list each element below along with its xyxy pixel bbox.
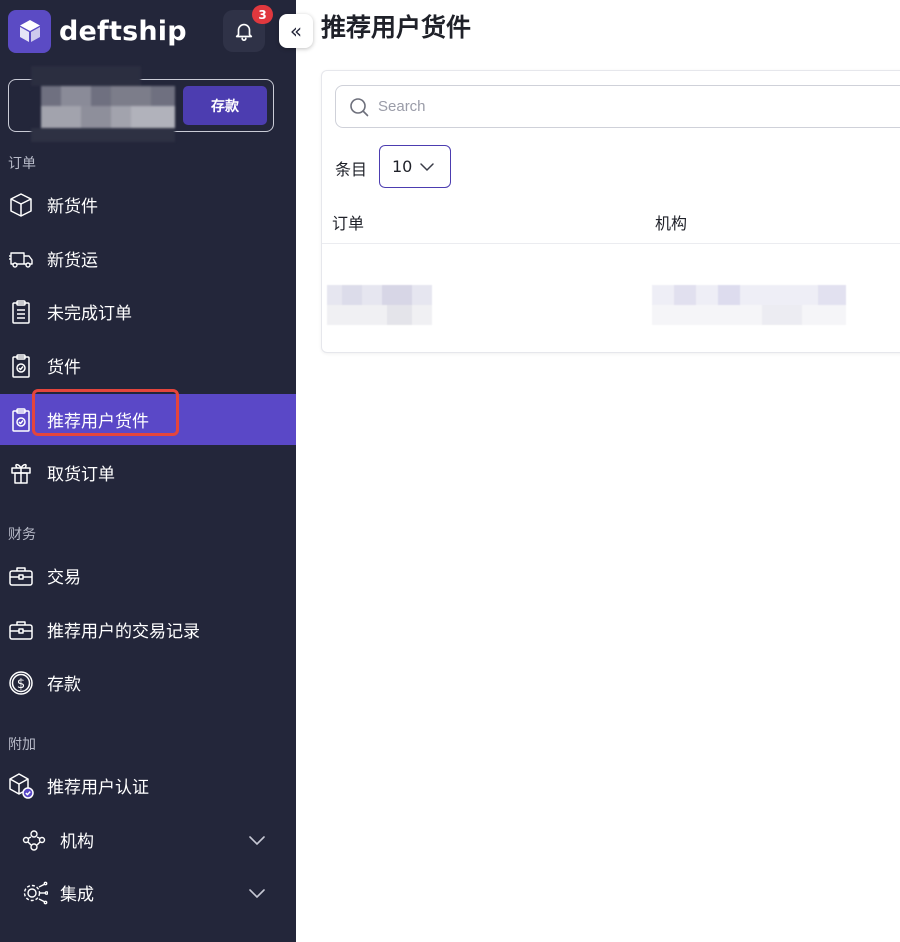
clipboard-list-icon	[7, 298, 35, 326]
page-title: 推荐用户货件	[321, 13, 472, 42]
sidebar-item-unfinished-orders[interactable]: 未完成订单	[0, 286, 296, 337]
sidebar-item-label: 新货运	[47, 251, 98, 271]
section-label-orders: 订单	[8, 156, 36, 172]
bell-icon	[235, 23, 253, 41]
sidebar-item-label: 货件	[47, 358, 81, 378]
sidebar-item-label: 机构	[60, 832, 94, 852]
sidebar-item-deposit[interactable]: $ 存款	[0, 657, 296, 708]
clipboard-check-icon	[7, 406, 35, 434]
users-network-icon	[20, 826, 48, 854]
shipments-table-card: 条目 10 订单 机构	[321, 70, 900, 353]
sidebar-item-referral-verification[interactable]: 推荐用户认证	[0, 760, 296, 811]
notification-count-badge: 3	[252, 5, 273, 24]
chevron-down-icon	[420, 163, 434, 172]
brand-name: deftship	[59, 15, 187, 47]
entries-label: 条目	[335, 160, 368, 179]
briefcase-icon	[7, 562, 35, 590]
table-row-redacted-organization[interactable]	[652, 261, 846, 331]
sidebar-item-label: 推荐用户的交易记录	[47, 622, 200, 642]
sidebar-item-label: 交易	[47, 568, 81, 588]
integration-gear-icon	[20, 879, 48, 907]
sidebar-item-label: 取货订单	[47, 465, 115, 485]
search-box	[335, 85, 900, 128]
entries-per-page-select[interactable]: 10	[379, 145, 451, 188]
sidebar-item-transactions[interactable]: 交易	[0, 550, 296, 601]
column-header-order[interactable]: 订单	[332, 210, 364, 234]
briefcase-icon	[7, 616, 35, 644]
entries-value: 10	[392, 157, 413, 176]
sidebar-item-integrations[interactable]: 集成	[0, 867, 296, 918]
deftship-logo-icon	[8, 9, 51, 53]
brand[interactable]: deftship	[8, 9, 187, 53]
app-window: deftship 3 存款 订单 新货件 新货运 未完成订单 货件 推荐用户货件…	[0, 0, 900, 942]
column-header-organization[interactable]: 机构	[655, 210, 687, 234]
redacted-balance	[31, 66, 175, 142]
table-row-redacted-order[interactable]	[327, 261, 432, 331]
collapse-sidebar-button[interactable]: «	[279, 14, 313, 48]
search-icon	[350, 98, 369, 117]
deposit-button[interactable]: 存款	[183, 86, 267, 125]
sidebar-item-organizations[interactable]: 机构	[0, 814, 296, 865]
clipboard-check-icon	[7, 352, 35, 380]
section-label-extras: 附加	[8, 737, 36, 753]
sidebar-item-label: 集成	[60, 885, 94, 905]
sidebar-item-label: 新货件	[47, 197, 98, 217]
sidebar-item-new-shipment[interactable]: 新货件	[0, 179, 296, 230]
search-input[interactable]	[378, 86, 878, 127]
sidebar-item-label: 未完成订单	[47, 304, 132, 324]
verified-box-icon	[7, 772, 35, 800]
chevron-down-icon[interactable]	[246, 882, 268, 904]
dollar-circle-icon: $	[7, 669, 35, 697]
sidebar-item-shipments[interactable]: 货件	[0, 340, 296, 391]
sidebar-item-label: 存款	[47, 675, 81, 695]
table-header-divider	[322, 243, 900, 244]
sidebar-item-pickup-orders[interactable]: 取货订单	[0, 447, 296, 498]
svg-text:$: $	[17, 677, 25, 692]
sidebar: deftship 3 存款 订单 新货件 新货运 未完成订单 货件 推荐用户货件…	[0, 0, 296, 942]
sidebar-item-referral-transactions[interactable]: 推荐用户的交易记录	[0, 604, 296, 655]
truck-icon	[7, 245, 35, 273]
annotation-highlight	[32, 389, 179, 436]
chevron-down-icon[interactable]	[246, 829, 268, 851]
box-icon	[7, 191, 35, 219]
section-label-finance: 财务	[8, 527, 36, 543]
sidebar-item-new-freight[interactable]: 新货运	[0, 233, 296, 284]
balance-panel: 存款	[8, 66, 274, 142]
sidebar-item-label: 推荐用户认证	[47, 778, 149, 798]
pickup-icon	[7, 459, 35, 487]
